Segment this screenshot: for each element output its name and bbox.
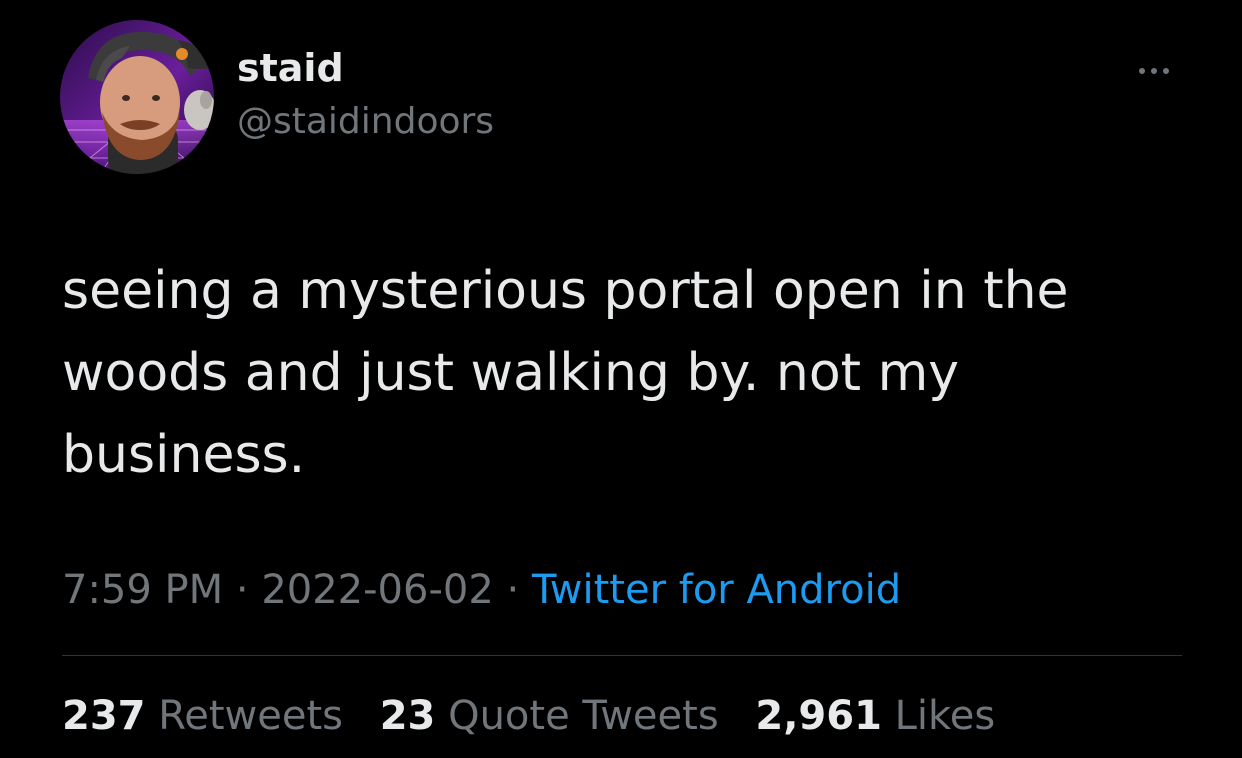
author-handle[interactable]: @staidindoors bbox=[237, 100, 494, 143]
meta-separator: · bbox=[506, 567, 520, 613]
divider bbox=[62, 655, 1182, 656]
more-horizontal-icon bbox=[1139, 68, 1169, 74]
author-display-name[interactable]: staid bbox=[237, 46, 344, 92]
tweet-source-link[interactable]: Twitter for Android bbox=[532, 567, 901, 613]
quote-tweets-stat[interactable]: 23 Quote Tweets bbox=[380, 693, 719, 739]
tweet-meta: 7:59 PM · 2022-06-02 · Twitter for Andro… bbox=[62, 566, 901, 614]
more-options-button[interactable] bbox=[1128, 58, 1180, 84]
likes-label: Likes bbox=[894, 693, 996, 739]
likes-stat[interactable]: 2,961 Likes bbox=[755, 693, 995, 739]
avatar[interactable] bbox=[60, 20, 214, 174]
engagement-stats: 237 Retweets 23 Quote Tweets 2,961 Likes bbox=[62, 692, 995, 740]
retweets-stat[interactable]: 237 Retweets bbox=[62, 693, 343, 739]
quote-tweets-label: Quote Tweets bbox=[448, 693, 719, 739]
likes-count: 2,961 bbox=[755, 693, 882, 739]
quote-tweets-count: 23 bbox=[379, 693, 436, 739]
tweet-date[interactable]: 2022-06-02 bbox=[261, 567, 493, 613]
tweet-text: seeing a mysterious portal open in the w… bbox=[62, 261, 1069, 485]
retweets-count: 237 bbox=[62, 693, 146, 739]
retweets-label: Retweets bbox=[158, 693, 343, 739]
tweet-time[interactable]: 7:59 PM bbox=[62, 567, 223, 613]
meta-separator: · bbox=[235, 567, 249, 613]
avatar-image bbox=[60, 20, 214, 174]
